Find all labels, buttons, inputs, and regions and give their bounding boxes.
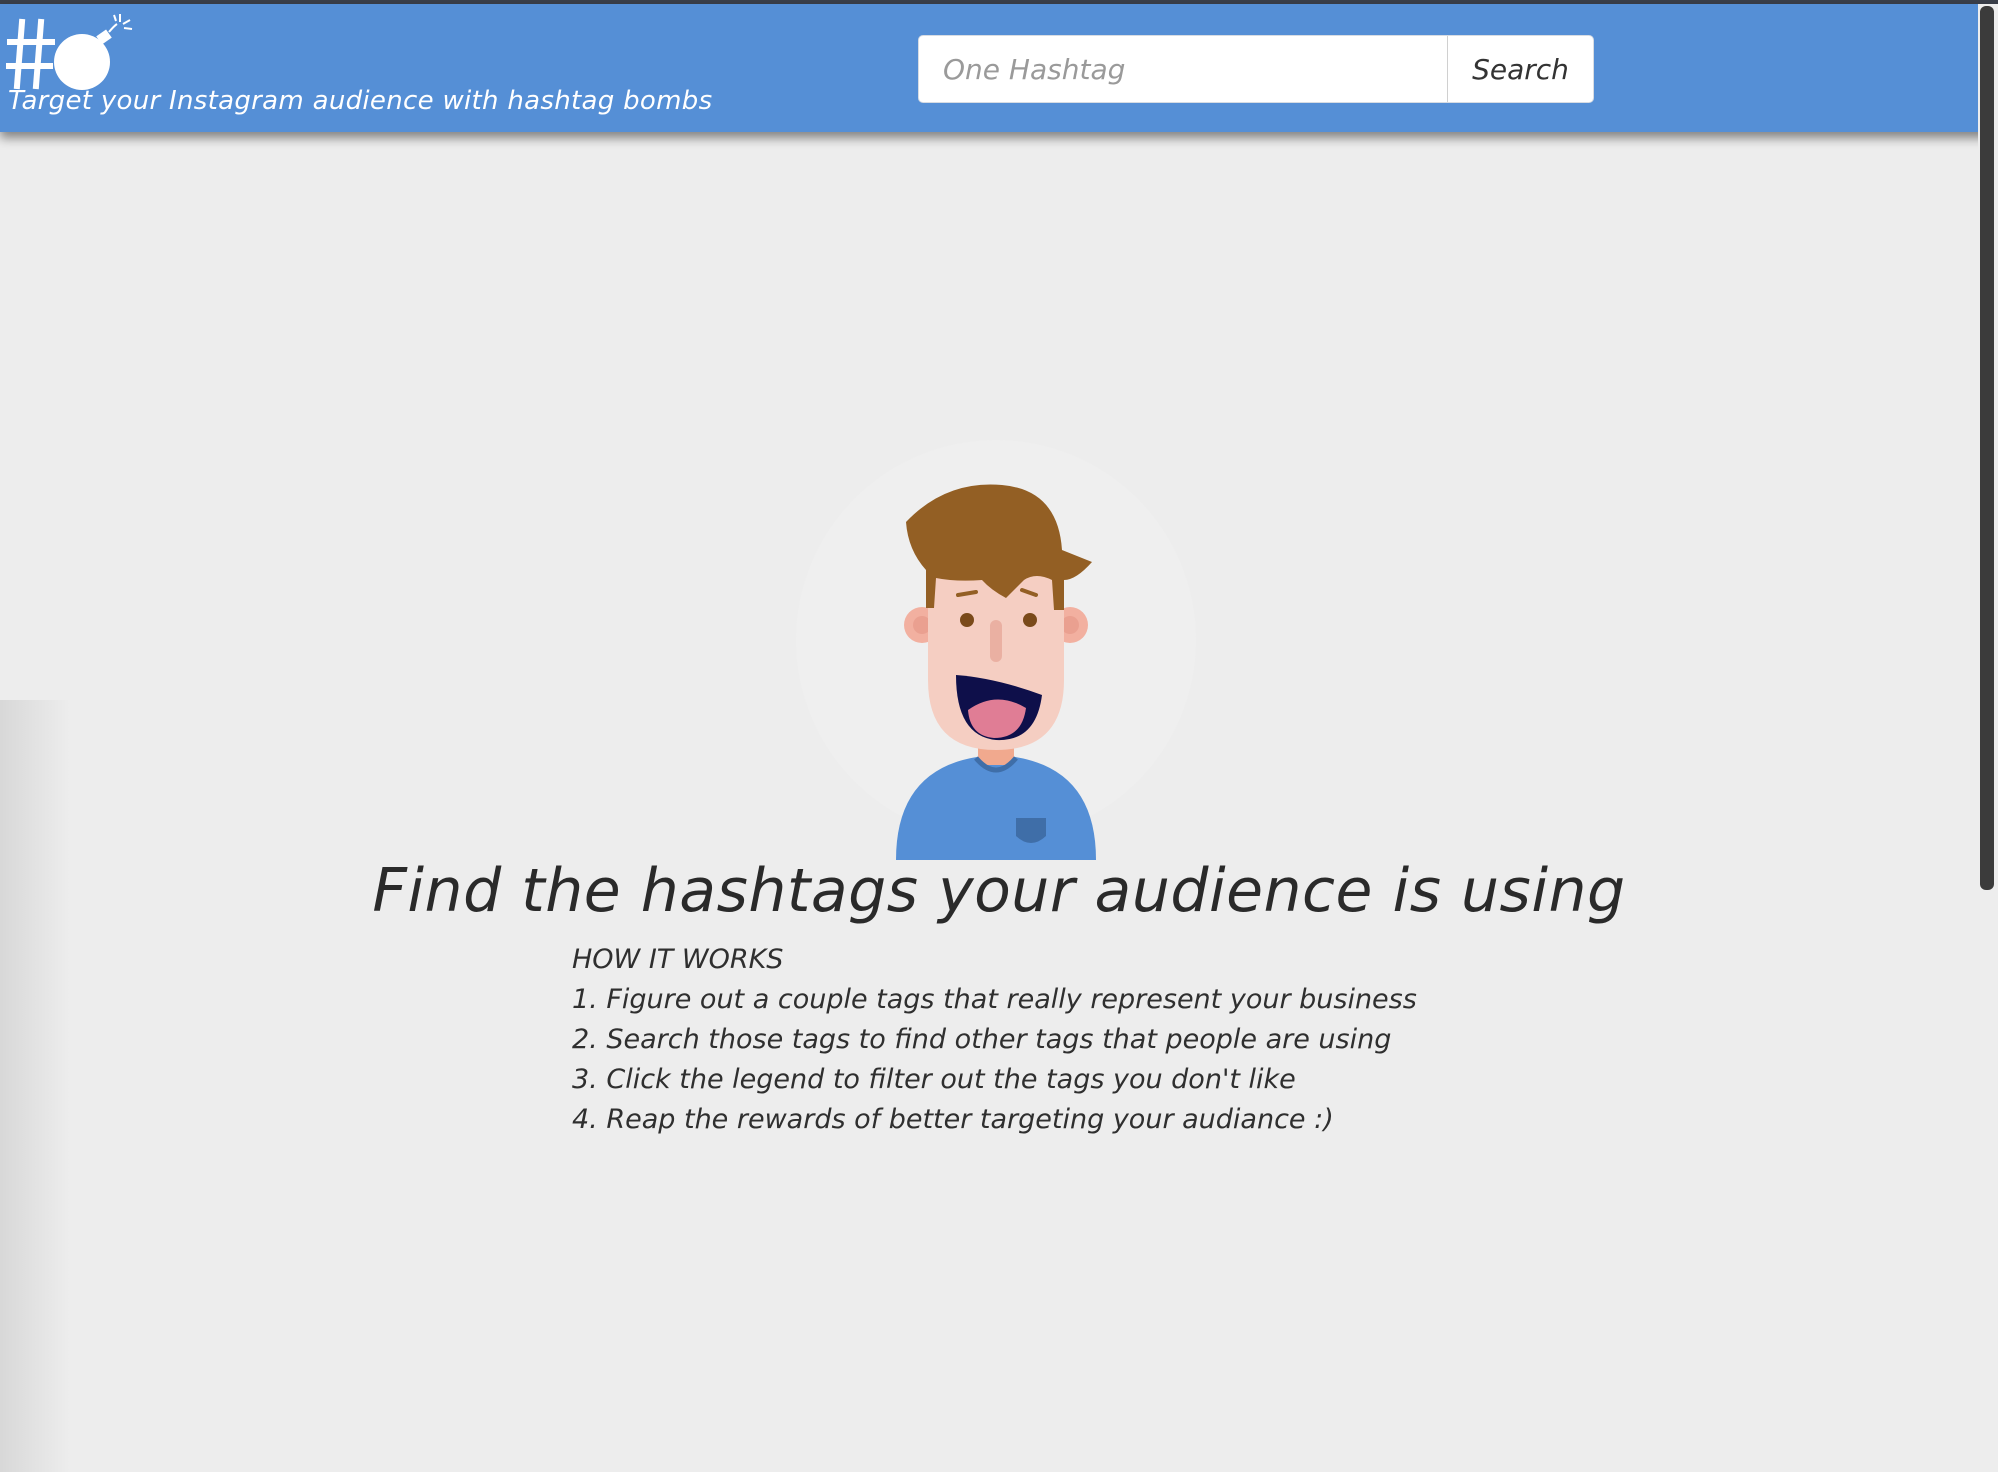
hashtag-search-input[interactable] — [919, 36, 1447, 102]
search-button[interactable]: Search — [1447, 36, 1593, 102]
smiling-man-illustration-icon — [796, 440, 1196, 860]
search-bar: Search — [918, 35, 1594, 103]
how-it-works-step: 2. Search those tags to find other tags … — [572, 1024, 1392, 1055]
how-it-works-step: 3. Click the legend to filter out the ta… — [572, 1064, 1296, 1095]
vertical-scrollbar[interactable] — [1978, 4, 1998, 1472]
scrollbar-thumb[interactable] — [1980, 6, 1994, 890]
page-headline: Find the hashtags your audience is using — [372, 856, 1626, 926]
app-header: Target your Instagram audience with hash… — [0, 4, 1998, 132]
app-tagline: Target your Instagram audience with hash… — [8, 86, 713, 116]
page-edge-shadow — [0, 700, 70, 1472]
how-it-works-step: 1. Figure out a couple tags that really … — [572, 984, 1417, 1015]
hashtag-bomb-logo-icon[interactable] — [6, 12, 136, 92]
how-it-works-step: 4. Reap the rewards of better targeting … — [572, 1104, 1334, 1135]
how-it-works-section: HOW IT WORKS 1. Figure out a couple tags… — [572, 940, 1417, 1140]
how-it-works-title: HOW IT WORKS — [572, 944, 784, 975]
